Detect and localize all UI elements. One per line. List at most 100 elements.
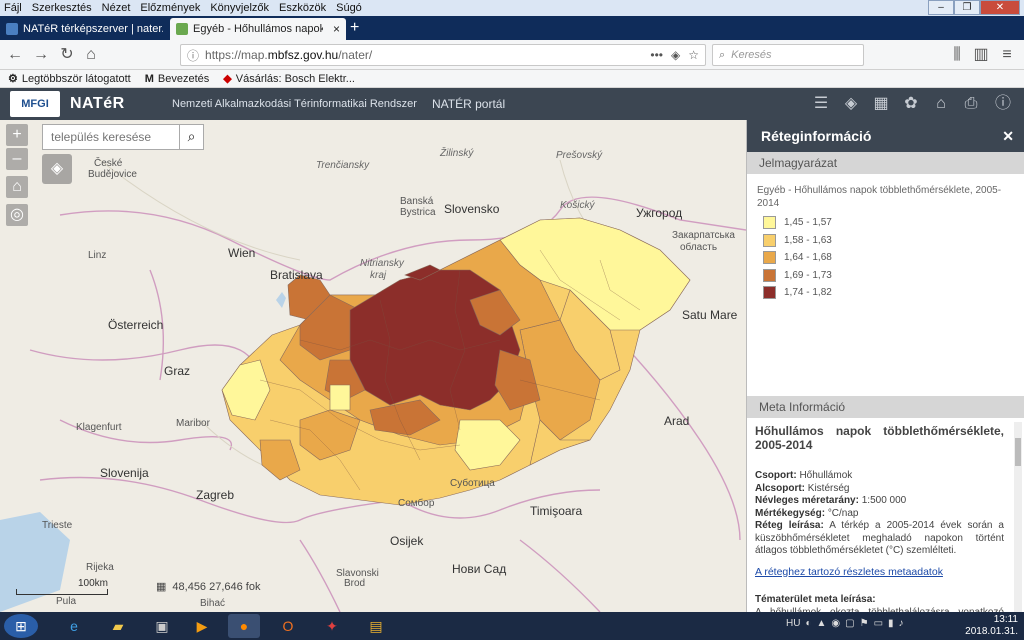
locate-icon[interactable]: ◎ [6, 204, 28, 226]
monitor-icon[interactable]: ▭ [874, 618, 883, 629]
file-explorer-icon[interactable]: ▰ [102, 614, 134, 638]
tab-nater-server[interactable]: NATéR térképszerver | nater.mbfsz.gov.hu [0, 18, 170, 40]
map-label: Banská [400, 196, 434, 207]
map-label: Нови Сад [452, 562, 507, 576]
map-label: České [94, 158, 123, 169]
save-app-icon[interactable]: ▣ [146, 614, 178, 638]
bookmark-star-icon[interactable]: ☆ [688, 48, 699, 62]
education-icon[interactable]: ⌂ [930, 94, 952, 114]
tray-icon[interactable]: ▲ [817, 618, 827, 629]
tray-icon[interactable]: ◐ [805, 618, 811, 629]
tray-icon[interactable]: ◉ [831, 618, 840, 629]
browser-menubar: Fájl Szerkesztés Nézet Előzmények Könyvj… [0, 0, 1024, 16]
flag-icon[interactable]: ⚑ [860, 618, 869, 629]
theme-icon[interactable]: ✿ [900, 94, 922, 114]
bookmark-bosch[interactable]: ◆ Vásárlás: Bosch Elektr... [223, 72, 355, 86]
metadata-link[interactable]: A réteghez tartozó részletes metaadatok [755, 566, 1004, 579]
menu-edit[interactable]: Szerkesztés [32, 2, 92, 14]
page-actions-icon[interactable]: ••• [650, 48, 663, 62]
back-icon[interactable]: ← [4, 44, 26, 66]
grid-icon[interactable]: ▦ [870, 94, 892, 114]
page-icon [6, 23, 18, 35]
zoom-in-button[interactable]: + [6, 124, 28, 146]
legend-swatch [763, 286, 776, 300]
legend-swatch [763, 233, 776, 247]
app-brand[interactable]: NATéR [70, 95, 125, 113]
layers-icon[interactable]: ◈ [840, 94, 862, 114]
tab-active-layer[interactable]: Egyéb - Hőhullámos napok többlethőmérsék… [170, 18, 346, 40]
bookmark-most-visited[interactable]: ⚙ Legtöbbször látogatott [8, 72, 131, 86]
close-panel-icon[interactable]: ✕ [1002, 128, 1014, 145]
home-icon[interactable]: ⌂ [80, 44, 102, 66]
minimize-button[interactable]: – [928, 0, 954, 15]
clock[interactable]: 13:11 2018.01.31. [965, 614, 1018, 638]
meta-scrollbar[interactable] [1014, 422, 1022, 622]
sidebar-icon[interactable]: ▥ [970, 44, 992, 66]
new-tab-button[interactable]: + [350, 19, 359, 37]
layers-toggle-icon[interactable]: ◈ [42, 154, 72, 184]
menu-history[interactable]: Előzmények [140, 2, 200, 14]
map-label: Wien [228, 246, 256, 260]
map-label: Arad [664, 414, 690, 428]
close-window-button[interactable]: ✕ [980, 0, 1020, 15]
firefox-icon[interactable]: ● [228, 614, 260, 638]
start-button[interactable]: ⊞ [4, 614, 38, 638]
panel-header: Réteginformáció ✕ [747, 120, 1024, 152]
map-label: Satu Mare [682, 308, 738, 322]
map-canvas[interactable]: České Budějovice Linz Wien Bratislava Ös… [0, 120, 746, 612]
menu-tools[interactable]: Eszközök [279, 2, 326, 14]
system-tray: HU ◐ ▲ ◉ ▢ ⚑ ▭ ▮ ♪ [786, 618, 904, 629]
map-label: Bratislava [270, 268, 323, 282]
search-icon[interactable]: ⌕ [179, 125, 203, 149]
forward-icon[interactable]: → [30, 44, 52, 66]
meta-value: Hőhullámok [799, 470, 853, 481]
outlook-icon[interactable]: O [272, 614, 304, 638]
gear-icon: ⚙ [8, 73, 18, 85]
bookmark-intro[interactable]: M Bevezetés [145, 73, 210, 85]
menu-help[interactable]: Súgó [336, 2, 362, 14]
browser-search-input[interactable]: ⌕ Keresés [712, 44, 864, 66]
list-icon[interactable]: ☰ [810, 94, 832, 114]
legend: Egyéb - Hőhullámos napok többlethőmérsék… [747, 174, 1024, 396]
scroll-thumb[interactable] [1015, 438, 1021, 466]
page-icon [176, 23, 188, 35]
address-bar[interactable]: ⓘ https://map. mbfsz.gov.hu/nater/ ••• ◈ … [180, 44, 706, 66]
maximize-button[interactable]: ❐ [954, 0, 980, 15]
coords-text: 48,456 27,646 fok [172, 581, 261, 593]
zoom-out-button[interactable]: – [6, 148, 28, 170]
menu-view[interactable]: Nézet [102, 2, 131, 14]
internet-explorer-icon[interactable]: e [58, 614, 90, 638]
bookmark-label: Legtöbbször látogatott [21, 72, 131, 85]
meta-header[interactable]: Meta Információ [747, 396, 1024, 418]
tray-icon[interactable]: ▢ [845, 618, 854, 629]
menu-file[interactable]: Fájl [4, 2, 22, 14]
translator-icon[interactable]: ✦ [316, 614, 348, 638]
close-tab-icon[interactable]: × [327, 22, 340, 36]
network-icon[interactable]: ▮ [888, 618, 894, 629]
meta-label: Csoport: [755, 470, 797, 481]
media-player-icon[interactable]: ▶ [186, 614, 218, 638]
town-search-input[interactable] [43, 125, 179, 149]
pocket-icon[interactable]: ◈ [671, 48, 680, 62]
portal-link[interactable]: NATÉR portál [432, 97, 505, 111]
map-label: kraj [370, 270, 387, 281]
gift-app-icon[interactable]: ▤ [360, 614, 392, 638]
mfgi-logo[interactable]: MFGI [10, 91, 60, 117]
info-icon[interactable]: ⓘ [992, 94, 1014, 114]
legend-header[interactable]: Jelmagyarázat [747, 152, 1024, 174]
hamburger-menu-icon[interactable]: ≡ [996, 44, 1018, 66]
library-icon[interactable]: ⫼ [946, 44, 968, 66]
map-label: Pula [56, 596, 77, 607]
app-header: MFGI NATéR Nemzeti Alkalmazkodási Térinf… [0, 88, 1024, 120]
reload-icon[interactable]: ↻ [56, 44, 78, 66]
menu-bookmarks[interactable]: Könyvjelzők [210, 2, 269, 14]
print-icon[interactable]: ⎙ [960, 94, 982, 114]
clock-time: 13:11 [993, 614, 1018, 625]
language-indicator[interactable]: HU [786, 618, 800, 629]
info-icon[interactable]: ⓘ [187, 47, 199, 64]
navigation-bar: ← → ↻ ⌂ ⓘ https://map. mbfsz.gov.hu/nater… [0, 40, 1024, 70]
home-extent-icon[interactable]: ⌂ [6, 176, 28, 198]
volume-icon[interactable]: ♪ [899, 618, 904, 629]
legend-swatch [763, 216, 776, 230]
map-label: Košický [560, 200, 595, 211]
